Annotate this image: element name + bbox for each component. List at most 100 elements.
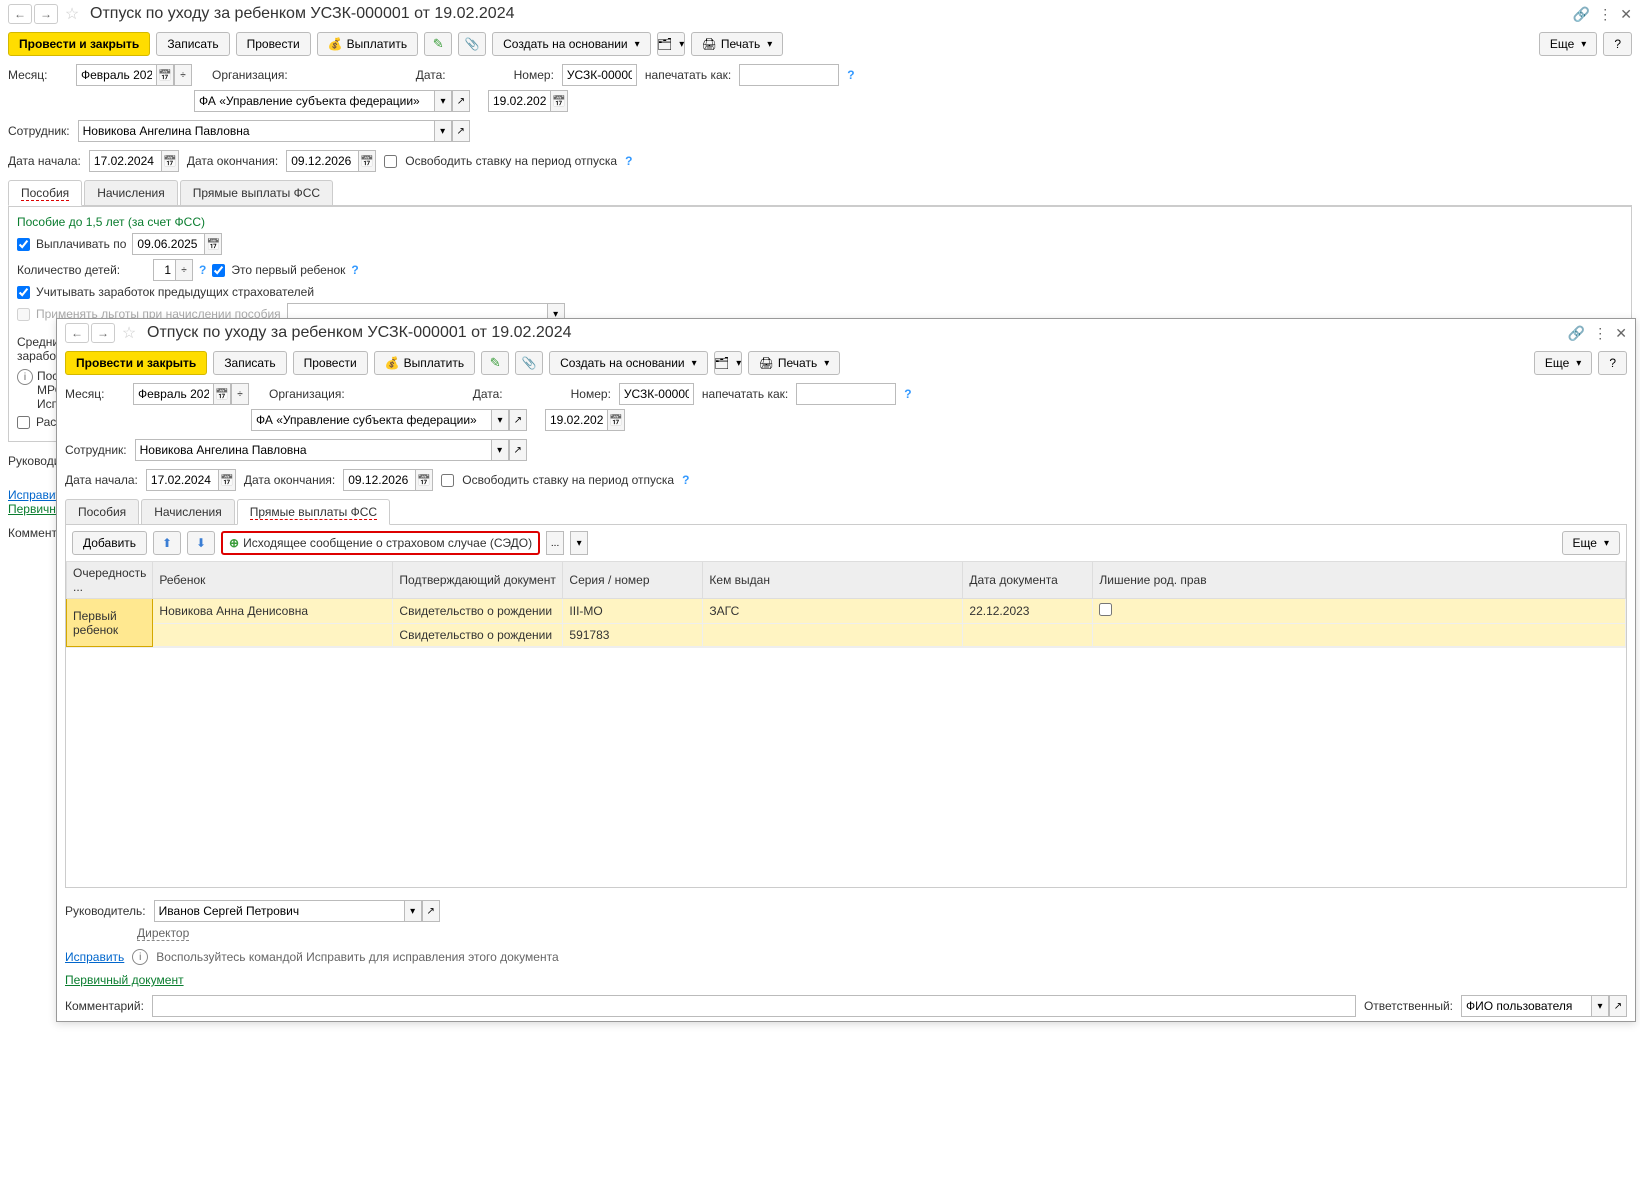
calendar-icon[interactable] bbox=[156, 64, 174, 86]
manager-select-button[interactable]: ▾ bbox=[404, 900, 422, 922]
conduct-close-button[interactable]: Провести и закрыть bbox=[8, 32, 150, 56]
tab-benefits[interactable]: Пособия bbox=[8, 180, 82, 206]
nav-back[interactable]: ← bbox=[8, 4, 32, 24]
end-date-input[interactable] bbox=[286, 150, 358, 172]
print-dropdown[interactable]: Печать bbox=[691, 32, 784, 56]
conduct-button[interactable]: Провести bbox=[293, 351, 368, 375]
number-input[interactable] bbox=[562, 64, 637, 86]
cell-series[interactable]: III-МО bbox=[563, 599, 703, 624]
hint-icon[interactable]: ? bbox=[682, 473, 689, 487]
favorite-star-icon[interactable]: ☆ bbox=[60, 4, 84, 24]
save-button[interactable]: Записать bbox=[213, 351, 286, 375]
cell-child[interactable]: Новикова Анна Денисовна bbox=[153, 599, 393, 624]
move-down-button[interactable]: ⬇ bbox=[187, 531, 215, 555]
org-select-button[interactable]: ▾ bbox=[434, 90, 452, 112]
responsible-select-button[interactable]: ▾ bbox=[1591, 995, 1609, 1017]
deprivation-checkbox[interactable] bbox=[1099, 603, 1112, 616]
more-dropdown[interactable]: Еще bbox=[1539, 32, 1597, 56]
release-rate-checkbox[interactable] bbox=[384, 155, 397, 168]
col-issuer[interactable]: Кем выдан bbox=[703, 562, 963, 599]
create-based-dropdown[interactable]: Создать на основании bbox=[549, 351, 708, 375]
cell-doc[interactable]: Свидетельство о рождении bbox=[393, 624, 563, 647]
sedo-more-button[interactable]: ... bbox=[546, 531, 564, 555]
month-input[interactable] bbox=[133, 383, 213, 405]
count-stepper[interactable]: ÷ bbox=[175, 259, 193, 281]
tab-benefits[interactable]: Пособия bbox=[65, 499, 139, 524]
create-based-dropdown[interactable]: Создать на основании bbox=[492, 32, 651, 56]
move-up-button[interactable]: ⬆ bbox=[153, 531, 181, 555]
table-row[interactable]: Первый ребенок Новикова Анна Денисовна С… bbox=[67, 599, 1626, 624]
conduct-close-button[interactable]: Провести и закрыть bbox=[65, 351, 207, 375]
pay-button[interactable]: 💰Выплатить bbox=[317, 32, 418, 56]
org-select-button[interactable]: ▾ bbox=[491, 409, 509, 431]
add-button[interactable]: Добавить bbox=[72, 531, 147, 555]
pay-until-date-input[interactable] bbox=[132, 233, 204, 255]
primary-doc-link[interactable]: Первичный документ bbox=[65, 973, 184, 987]
help-button[interactable]: ? bbox=[1603, 32, 1632, 56]
hint-icon[interactable]: ? bbox=[625, 154, 632, 168]
attach-button[interactable]: 📎 bbox=[458, 32, 486, 56]
children-count-input[interactable] bbox=[153, 259, 175, 281]
col-deprivation[interactable]: Лишение род. прав bbox=[1093, 562, 1626, 599]
table-row[interactable]: Свидетельство о рождении 591783 bbox=[67, 624, 1626, 647]
cell-order[interactable]: Первый ребенок bbox=[67, 599, 153, 647]
col-series[interactable]: Серия / номер bbox=[563, 562, 703, 599]
col-doc-date[interactable]: Дата документа bbox=[963, 562, 1093, 599]
manager-input[interactable] bbox=[154, 900, 404, 922]
date-input[interactable] bbox=[545, 409, 607, 431]
structure-dropdown[interactable]: 🗂 bbox=[714, 351, 742, 375]
employee-input[interactable] bbox=[78, 120, 434, 142]
org-open-button[interactable]: ↗ bbox=[509, 409, 527, 431]
calendar-icon[interactable] bbox=[213, 383, 231, 405]
employee-open-button[interactable]: ↗ bbox=[452, 120, 470, 142]
cell-deprivation[interactable] bbox=[1093, 599, 1626, 624]
cell-date[interactable]: 22.12.2023 bbox=[963, 599, 1093, 624]
save-button[interactable]: Записать bbox=[156, 32, 229, 56]
help-button[interactable]: ? bbox=[1598, 351, 1627, 375]
nav-back[interactable]: ← bbox=[65, 323, 89, 343]
calendar-icon[interactable] bbox=[607, 409, 625, 431]
nav-forward[interactable]: → bbox=[91, 323, 115, 343]
calendar-icon[interactable] bbox=[204, 233, 222, 255]
sedo-message-label[interactable]: Исходящее сообщение о страховом случае (… bbox=[243, 536, 532, 550]
edit-icon-button[interactable]: ✎ bbox=[481, 351, 509, 375]
sedo-dropdown-button[interactable]: ▾ bbox=[570, 531, 588, 555]
cell-series[interactable]: 591783 bbox=[563, 624, 703, 647]
kebab-menu-icon[interactable]: ⋮ bbox=[1598, 6, 1612, 23]
hint-icon[interactable]: ? bbox=[904, 387, 911, 401]
month-stepper[interactable]: ÷ bbox=[231, 383, 249, 405]
comment-input[interactable] bbox=[152, 995, 1356, 1017]
consider-prev-checkbox[interactable] bbox=[17, 286, 30, 299]
responsible-input[interactable] bbox=[1461, 995, 1591, 1017]
org-open-button[interactable]: ↗ bbox=[452, 90, 470, 112]
date-input[interactable] bbox=[488, 90, 550, 112]
nav-forward[interactable]: → bbox=[34, 4, 58, 24]
pay-until-checkbox[interactable] bbox=[17, 238, 30, 251]
more-dropdown[interactable]: Еще bbox=[1534, 351, 1592, 375]
hint-icon[interactable]: ? bbox=[847, 68, 854, 82]
tab-direct-fss[interactable]: Прямые выплаты ФСС bbox=[180, 180, 333, 205]
cell-doc[interactable]: Свидетельство о рождении bbox=[393, 599, 563, 624]
calc-checkbox[interactable] bbox=[17, 416, 30, 429]
start-date-input[interactable] bbox=[146, 469, 218, 491]
calendar-icon[interactable] bbox=[415, 469, 433, 491]
employee-open-button[interactable]: ↗ bbox=[509, 439, 527, 461]
responsible-open-button[interactable]: ↗ bbox=[1609, 995, 1627, 1017]
number-input[interactable] bbox=[619, 383, 694, 405]
end-date-input[interactable] bbox=[343, 469, 415, 491]
print-as-input[interactable] bbox=[796, 383, 896, 405]
manager-open-button[interactable]: ↗ bbox=[422, 900, 440, 922]
calendar-icon[interactable] bbox=[550, 90, 568, 112]
employee-select-button[interactable]: ▾ bbox=[491, 439, 509, 461]
tab-direct-fss[interactable]: Прямые выплаты ФСС bbox=[237, 499, 390, 525]
hint-icon[interactable]: ? bbox=[199, 263, 206, 277]
print-as-input[interactable] bbox=[739, 64, 839, 86]
month-input[interactable] bbox=[76, 64, 156, 86]
close-icon[interactable]: ✕ bbox=[1620, 6, 1632, 23]
calendar-icon[interactable] bbox=[161, 150, 179, 172]
col-child[interactable]: Ребенок bbox=[153, 562, 393, 599]
org-input[interactable] bbox=[194, 90, 434, 112]
cell-issuer[interactable]: ЗАГС bbox=[703, 599, 963, 624]
edit-icon-button[interactable]: ✎ bbox=[424, 32, 452, 56]
hint-icon[interactable]: ? bbox=[351, 263, 358, 277]
